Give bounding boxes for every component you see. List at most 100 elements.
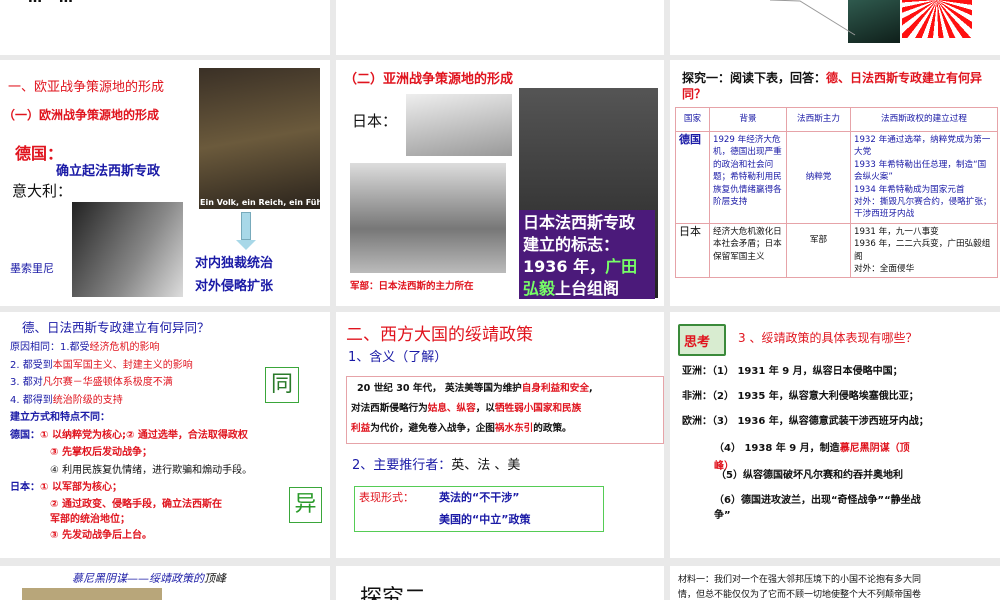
slide-top-2[interactable]	[336, 0, 664, 55]
text: 本国军国主义、封建主义的影响	[52, 359, 193, 371]
cell-line: 1934 年希特勒成为国家元首	[854, 184, 965, 195]
text: 2. 都受到	[10, 359, 53, 371]
slide-inquiry-two[interactable]: 探究二	[336, 566, 664, 600]
conclusion-box: 日本法西斯专政 建立的标志： 1936 年，广田 弘毅上台组阁	[519, 210, 655, 299]
poster-caption: Ein Volk, ein Reich, ein Führer!	[200, 198, 330, 207]
col-header: 法西斯政权的建立过程	[850, 107, 998, 132]
table-row: 日本 经济大危机激化日本社会矛盾；日本保留军国主义 军部 1931 年，九一八事变 19…	[675, 222, 998, 279]
hitler-photo: Ein Volk, ein Reich, ein Führer!	[199, 68, 330, 209]
region: 亚洲：	[682, 366, 712, 377]
slide-appeasement-examples[interactable]: 思考 3 、绥靖政策的具体表现有哪些？ 亚洲：（1） 1931 年 9 月，纵容…	[670, 312, 1000, 558]
highlight: 慕尼黑阴谋（顶	[839, 443, 910, 454]
highlight: 姑息、纵容	[427, 403, 476, 414]
item: （6）德国进攻波兰，出现“奇怪战争”“静坐战	[714, 495, 921, 506]
heading: （二）亚洲战争策源地的形成	[344, 72, 514, 87]
text: ，以	[475, 403, 495, 414]
arrow-down-icon	[241, 212, 251, 240]
text: ③ 先发动战争后上台。	[50, 529, 152, 541]
slide-europe-war-source[interactable]: 一、欧亚战争策源地的形成 （一）欧洲战争策源地的形成 德国： 确立起法西斯专政 …	[0, 60, 330, 306]
text: 英法的“不干涉”	[439, 491, 520, 504]
mussolini-label: 墨索里尼	[10, 262, 54, 275]
cell-line: 对外：撕毁凡尔赛合约，侵略扩张；干涉西班牙内战	[854, 197, 992, 220]
text: 军部的统治地位；	[50, 513, 130, 525]
slide-asia-war-source[interactable]: （二）亚洲战争策源地的形成 日本： 军部：日本法西斯的主力所在 日本法西斯专政 …	[336, 60, 664, 306]
heading: 德、日法西斯专政建立有何异同？	[22, 320, 210, 335]
question: 3 、绥靖政策的具体表现有哪些？	[738, 331, 918, 345]
same-badge: 同	[265, 367, 299, 403]
name-highlight: 弘毅	[523, 279, 556, 298]
highlight: 自身利益和安全	[521, 383, 589, 394]
box-line: 建立的标志：	[523, 235, 620, 254]
subheading: 1、含义（了解）	[348, 350, 448, 365]
slide-top-1[interactable]: … …	[0, 0, 330, 55]
slide-similarities-differences[interactable]: 德、日法西斯专政建立有何异同？ 原因相同：1.都受经济危机的影响 2. 都受到本…	[0, 312, 330, 558]
cell-line: 1933 年希特勒出任总理，制造“国会纵火案”	[854, 159, 987, 183]
label: 德国：	[10, 429, 40, 441]
item: （2） 1935 年，纵容意大利侵略埃塞俄比亚；	[712, 391, 919, 402]
box-line: 1936 年，	[523, 257, 606, 276]
cell-line: 对外：全面侵华	[854, 264, 915, 275]
heading: 二、西方大国的绥靖政策	[346, 325, 533, 345]
comparison-table: 国家 背景 法西斯主力 法西斯政权的建立过程 德国 1929 年经济大危机，德国出现严重…	[675, 107, 998, 279]
book-icon: 思考	[678, 324, 726, 356]
mussolini-photo	[72, 202, 183, 297]
item: （4） 1938 年 9 月，制造	[714, 443, 840, 454]
countries: 英、法 、美	[451, 458, 521, 473]
subheading: （一）欧洲战争策源地的形成	[3, 108, 160, 122]
slide-appeasement-policy[interactable]: 二、西方大国的绥靖政策 1、含义（了解） 20 世纪 30 年代， 英法美等国为…	[336, 312, 664, 558]
military-photo	[350, 163, 506, 273]
label: 建立方式和特点不同：	[10, 412, 110, 423]
japan-label: 日本：	[352, 112, 398, 130]
box-line: 上台组阁	[555, 279, 620, 298]
text: 经济危机的影响	[89, 342, 160, 353]
munich-photo	[22, 588, 162, 600]
result-foreign: 对外侵略扩张	[195, 279, 274, 294]
table-row: 德国 1929 年经济大危机，德国出现严重的政治和社会问题；希特勒利用民族复仇情绪…	[675, 131, 998, 224]
definition-box: 20 世纪 30 年代， 英法美等国为维护自身利益和安全, 对法西斯侵略行为姑息…	[346, 376, 664, 444]
cut-text: … …	[28, 0, 79, 6]
title: 绥靖政策的	[149, 572, 204, 585]
slide-material[interactable]: 材料一：我们对一个在强大邻邦压境下的小国不论抱有多大同 情，但总不能仅仅为了它而…	[670, 566, 1000, 600]
highlight: 利益	[351, 423, 371, 434]
text: ③ 先掌权后发动战争；	[50, 447, 152, 458]
name-highlight: 广田	[605, 257, 638, 276]
text: 统治阶级的支持	[52, 394, 123, 406]
slide-top-3[interactable]	[670, 0, 1000, 55]
col-header: 国家	[675, 107, 710, 132]
text: 的政策。	[533, 423, 572, 434]
item: （3） 1936 年，纵容德意武装干涉西班牙内战；	[712, 416, 929, 427]
rising-sun-flag	[902, 0, 972, 38]
cell-line: 1932 年通过选举，纳粹党成为第一大党	[854, 135, 991, 158]
text-line: 材料一：我们对一个在强大邻邦压境下的小国不论抱有多大同	[678, 575, 922, 585]
text: ① 以军部为核心；	[40, 482, 122, 493]
cell: 德国	[675, 131, 710, 224]
col-header: 法西斯主力	[786, 107, 851, 132]
item: （5）纵容德国破坏凡尔赛和约吞并奥地利	[716, 470, 903, 481]
cell: 1929 年经济大危机，德国出现严重的政治和社会问题；希特勒利用民族复仇情绪赢得…	[709, 131, 787, 224]
subheading: 2、主要推行者：	[352, 458, 452, 473]
label: 原因相同：	[10, 342, 60, 353]
title: 慕尼黑阴谋——	[72, 572, 149, 585]
callout-lines	[770, 0, 856, 36]
text: 3. 都对	[10, 377, 43, 388]
slide-munich[interactable]: 慕尼黑阴谋——绥靖政策的顶峰	[0, 566, 330, 600]
text: 20 世纪 30 年代， 英法美等国为维护	[357, 383, 522, 394]
label: 表现形式：	[359, 491, 414, 504]
cell: 纳粹党	[786, 131, 851, 224]
cell: 日本	[675, 222, 710, 279]
text: 为代价，避免卷入战争，企图	[370, 423, 495, 434]
cell: 经济大危机激化日本社会矛盾；日本保留军国主义	[709, 222, 787, 279]
different-badge: 异	[289, 487, 322, 523]
region: 非洲：	[682, 391, 712, 402]
italy-label: 意大利：	[12, 182, 73, 200]
slide-inquiry-table[interactable]: 探究一：阅读下表，回答：德、日法西斯专政建立有何异同？ 国家 背景 法西斯主力 法西斯…	[670, 60, 1000, 306]
highlight: 祸水东引	[494, 423, 534, 434]
cell-line: 1931 年，九一八事变	[854, 226, 939, 237]
text: ② 通过政变、侵略手段，确立法西斯在	[50, 498, 222, 510]
item: （1） 1931 年 9 月，纵容日本侵略中国；	[712, 366, 903, 377]
result-domestic: 对内独裁统治	[195, 256, 274, 271]
calendar-photo	[406, 94, 512, 156]
text: 4. 都得到	[10, 394, 53, 406]
text: ① 以纳粹党为核心;② 通过选举，合法取得政权	[40, 429, 248, 441]
question-prefix: 探究一：阅读下表，回答：	[682, 71, 827, 85]
